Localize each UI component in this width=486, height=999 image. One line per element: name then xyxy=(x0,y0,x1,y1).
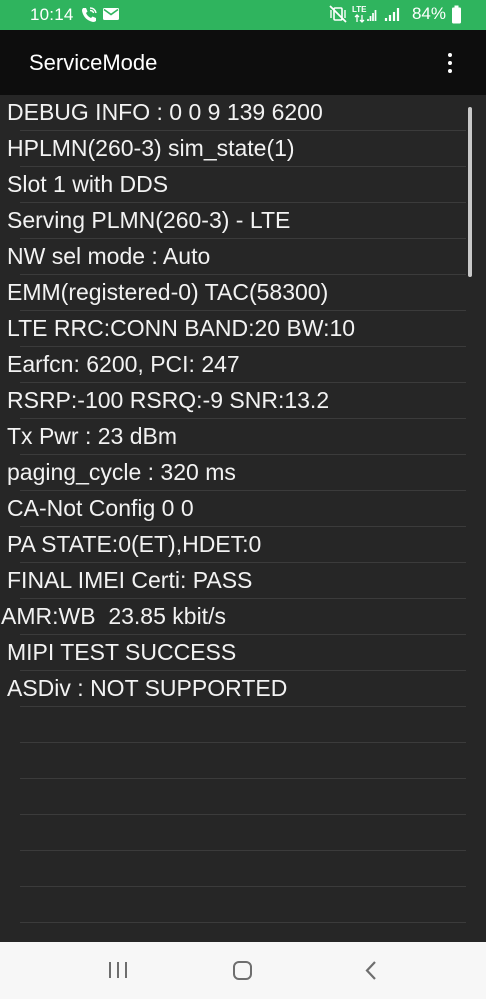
signal-icon xyxy=(384,8,400,21)
empty-row xyxy=(0,851,486,887)
info-row-text: Earfcn: 6200, PCI: 247 xyxy=(7,351,240,377)
status-time: 10:14 xyxy=(30,5,74,24)
empty-row xyxy=(0,707,486,743)
info-row: RSRP:-100 RSRQ:-9 SNR:13.2 xyxy=(0,383,486,419)
service-info-panel[interactable]: DEBUG INFO : 0 0 9 139 6200 HPLMN(260-3)… xyxy=(0,95,486,942)
more-vert-icon[interactable] xyxy=(438,48,462,78)
info-row: EMM(registered-0) TAC(58300) xyxy=(0,275,486,311)
app-title: ServiceMode xyxy=(29,50,158,75)
back-icon xyxy=(365,961,376,980)
status-right-group: LTE 84% xyxy=(329,4,462,24)
info-row-text: RSRP:-100 RSRQ:-9 SNR:13.2 xyxy=(7,387,330,413)
service-info-list: DEBUG INFO : 0 0 9 139 6200 HPLMN(260-3)… xyxy=(0,95,486,942)
info-row-text: EMM(registered-0) TAC(58300) xyxy=(7,279,329,305)
svg-text:LTE: LTE xyxy=(352,5,367,14)
empty-row xyxy=(0,815,486,851)
info-row: Slot 1 with DDS xyxy=(0,167,486,203)
info-row-text: paging_cycle : 320 ms xyxy=(7,459,236,485)
info-row-text: ASDiv : NOT SUPPORTED xyxy=(7,675,288,701)
mute-vibrate-icon xyxy=(329,5,347,23)
battery-icon xyxy=(452,5,461,23)
info-row-text: NW sel mode : Auto xyxy=(7,243,211,269)
empty-row xyxy=(0,923,486,942)
lte-signal-icon: LTE xyxy=(352,5,377,23)
info-row: MIPI TEST SUCCESS xyxy=(0,635,486,671)
info-row-text: Tx Pwr : 23 dBm xyxy=(7,423,177,449)
info-row-text: LTE RRC:CONN BAND:20 BW:10 xyxy=(7,315,356,341)
recents-button[interactable] xyxy=(88,942,148,999)
info-row: CA-Not Config 0 0 xyxy=(0,491,486,527)
empty-row xyxy=(0,887,486,923)
recents-icon xyxy=(109,962,127,978)
info-row: AMR:WB 23.85 kbit/s xyxy=(0,599,486,635)
mail-icon xyxy=(103,8,119,20)
home-icon xyxy=(233,961,252,980)
info-row: ASDiv : NOT SUPPORTED xyxy=(0,671,486,707)
status-bar: 10:14 LTE 84% xyxy=(0,0,486,30)
info-row-text: AMR:WB 23.85 kbit/s xyxy=(1,603,226,629)
info-row: HPLMN(260-3) sim_state(1) xyxy=(0,131,486,167)
info-row: paging_cycle : 320 ms xyxy=(0,455,486,491)
info-row: Serving PLMN(260-3) - LTE xyxy=(0,203,486,239)
info-row: Earfcn: 6200, PCI: 247 xyxy=(0,347,486,383)
app-bar: ServiceMode xyxy=(0,30,486,95)
info-row-text: CA-Not Config 0 0 xyxy=(7,495,194,521)
battery-percent: 84% xyxy=(411,4,446,23)
empty-row xyxy=(0,779,486,815)
info-row-text: HPLMN(260-3) sim_state(1) xyxy=(7,135,295,161)
info-row-text: MIPI TEST SUCCESS xyxy=(7,639,237,665)
back-button[interactable] xyxy=(342,942,402,999)
info-row-text: Slot 1 with DDS xyxy=(7,171,169,197)
scrollbar-thumb[interactable] xyxy=(468,107,472,277)
navigation-bar xyxy=(0,942,486,999)
info-row-text: Serving PLMN(260-3) - LTE xyxy=(7,207,291,233)
info-row: Tx Pwr : 23 dBm xyxy=(0,419,486,455)
info-row: NW sel mode : Auto xyxy=(0,239,486,275)
empty-row xyxy=(0,743,486,779)
info-row: DEBUG INFO : 0 0 9 139 6200 xyxy=(0,95,486,131)
info-row: PA STATE:0(ET),HDET:0 xyxy=(0,527,486,563)
info-row: LTE RRC:CONN BAND:20 BW:10 xyxy=(0,311,486,347)
info-row-text: FINAL IMEI Certi: PASS xyxy=(7,567,253,593)
info-row-text: PA STATE:0(ET),HDET:0 xyxy=(7,531,262,557)
info-row-text: DEBUG INFO : 0 0 9 139 6200 xyxy=(7,99,323,125)
info-row: FINAL IMEI Certi: PASS xyxy=(0,563,486,599)
wifi-calling-icon xyxy=(82,7,97,22)
home-button[interactable] xyxy=(213,942,273,999)
